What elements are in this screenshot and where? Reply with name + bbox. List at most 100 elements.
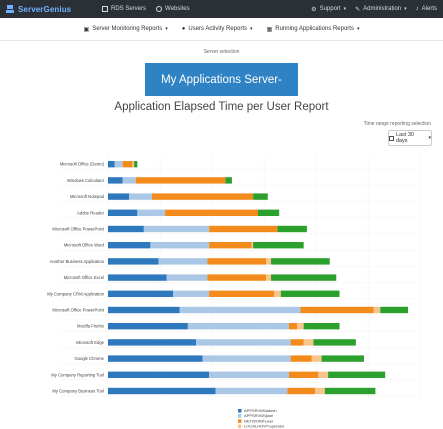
bar-segment[interactable] (132, 161, 135, 168)
bar-segment[interactable] (318, 371, 329, 378)
bar-segment[interactable] (135, 177, 226, 184)
bar-segment[interactable] (321, 355, 364, 362)
menu-server-monitoring-reports[interactable]: ▣ Server Monitoring Reports ▾ (84, 26, 168, 33)
chevron-down-icon: ▾ (404, 6, 407, 12)
bar-segment[interactable] (150, 242, 210, 249)
bar-segment[interactable] (108, 274, 167, 281)
bar-segment[interactable] (315, 387, 325, 395)
bar-segment[interactable] (108, 371, 210, 378)
menu-running-applications-reports[interactable]: ▦ Running Applications Reports ▾ (267, 26, 360, 33)
bar-segment[interactable] (277, 225, 307, 233)
bar-segment[interactable] (114, 161, 123, 168)
time-range-label: Time range reporting selection (363, 121, 431, 127)
bar-segment[interactable] (179, 306, 301, 314)
bar-segment[interactable] (108, 209, 138, 216)
bar-segment[interactable] (108, 193, 130, 200)
time-range-dropdown[interactable]: Last 30 days ▾ (388, 130, 432, 146)
bar-segment[interactable] (225, 177, 232, 184)
bar-segment[interactable] (108, 323, 188, 330)
legend-label: LOCALHOST\operator (244, 424, 285, 429)
bar-segment[interactable] (129, 193, 153, 200)
bar-segment[interactable] (108, 258, 159, 265)
nav-websites[interactable]: Websites (156, 6, 190, 12)
category-label: Google Chrome (74, 356, 104, 361)
bar-segment[interactable] (108, 290, 174, 297)
nav-administration[interactable]: ✎ Administration ▾ (355, 6, 407, 13)
legend-swatch (238, 424, 242, 429)
bar-segment[interactable] (311, 355, 322, 362)
bar-segment[interactable] (215, 387, 288, 395)
calendar-icon (389, 135, 394, 141)
bar-segment[interactable] (108, 225, 144, 233)
globe-icon (156, 6, 163, 12)
bar-segment[interactable] (108, 387, 216, 395)
bar-segment[interactable] (288, 323, 298, 330)
bar-segment[interactable] (209, 290, 275, 297)
bar-segment[interactable] (187, 323, 289, 330)
bar-segment[interactable] (108, 355, 203, 362)
bar-segment[interactable] (165, 209, 258, 216)
nav-label: Support (319, 6, 341, 12)
grid-icon: ▦ (266, 26, 273, 33)
bar-segment[interactable] (266, 274, 272, 281)
nav-alerts[interactable]: ♪ Alerts (416, 6, 437, 13)
bar-segment[interactable] (266, 258, 272, 265)
bar-segment[interactable] (271, 274, 337, 281)
category-label: Microsoft Office (Demo) (60, 162, 105, 167)
bar-segment[interactable] (258, 209, 280, 216)
nav-support[interactable]: ⚙ Support ▾ (311, 6, 346, 13)
bar-segment[interactable] (373, 306, 381, 314)
bar-segment[interactable] (290, 355, 312, 362)
category-label: Mozilla Firefox (77, 324, 105, 329)
bar-segment[interactable] (280, 290, 340, 297)
bar-segment[interactable] (108, 306, 180, 314)
bar-segment[interactable] (253, 242, 304, 249)
bar-segment[interactable] (207, 258, 267, 265)
bar-segment[interactable] (303, 339, 314, 346)
monitor-icon: ▣ (83, 26, 90, 33)
bar-segment[interactable] (134, 161, 138, 168)
bar-segment[interactable] (253, 193, 268, 200)
bar-segment[interactable] (108, 161, 115, 168)
bar-segment[interactable] (287, 387, 316, 395)
bar-segment[interactable] (300, 306, 374, 314)
bar-segment[interactable] (303, 323, 340, 330)
bar-segment[interactable] (143, 225, 210, 233)
category-label: My Company Business Tool (52, 389, 104, 394)
menu-users-activity-reports[interactable]: ● Users Activity Reports ▾ (182, 26, 253, 32)
bar-segment[interactable] (202, 355, 291, 362)
bar-segment[interactable] (274, 290, 281, 297)
bar-segment[interactable] (324, 387, 376, 395)
bar-segment[interactable] (290, 339, 304, 346)
nav-label: RDS Servers (111, 6, 147, 12)
bar-segment[interactable] (108, 242, 151, 249)
bar-segment[interactable] (380, 306, 408, 314)
bar-segment[interactable] (209, 225, 278, 233)
nav-rds-servers[interactable]: RDS Servers (102, 6, 146, 12)
bar-segment[interactable] (122, 161, 133, 168)
bar-segment[interactable] (158, 258, 208, 265)
bar-segment[interactable] (137, 209, 166, 216)
bar-segment[interactable] (313, 339, 356, 346)
menu-label: Users Activity Reports (188, 26, 248, 32)
brand[interactable]: ServerGenius (0, 4, 102, 14)
bar-segment[interactable] (196, 339, 291, 346)
top-navbar: ServerGenius RDS Servers Websites ⚙ Supp… (0, 0, 443, 18)
bar-segment[interactable] (251, 242, 254, 249)
nav-label: Alerts (421, 6, 437, 12)
bar-segment[interactable] (288, 371, 319, 378)
bar-segment[interactable] (173, 290, 210, 297)
bar-segment[interactable] (108, 339, 197, 346)
bar-segment[interactable] (209, 242, 252, 249)
server-selector[interactable]: My Applications Server- (145, 63, 298, 96)
bar-segment[interactable] (271, 258, 330, 265)
bar-segment[interactable] (207, 274, 267, 281)
bar-segment[interactable] (122, 177, 136, 184)
bar-segment[interactable] (152, 193, 254, 200)
bar-segment[interactable] (209, 371, 289, 378)
bar-segment[interactable] (166, 274, 208, 281)
report-title: Application Elapsed Time per User Report (114, 101, 329, 113)
bar-segment[interactable] (328, 371, 386, 378)
bar-segment[interactable] (108, 177, 123, 184)
bar-segment[interactable] (297, 323, 304, 330)
